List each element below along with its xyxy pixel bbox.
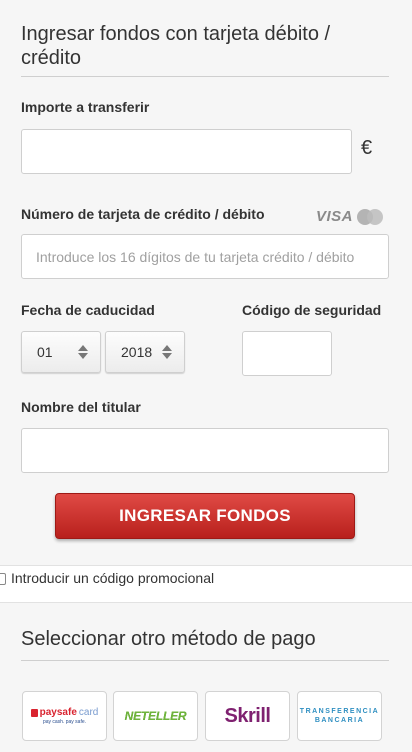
title-divider [21, 76, 389, 77]
bank-transfer-logo: TRANSFERENCIA BANCARIA [299, 708, 380, 724]
expiry-month-value: 01 [37, 344, 53, 360]
expiry-label: Fecha de caducidad [21, 302, 155, 318]
holder-field-wrapper [21, 428, 389, 473]
amount-field-wrapper [21, 129, 352, 174]
amount-label: Importe a transferir [21, 99, 150, 115]
holder-input[interactable] [22, 429, 388, 472]
expiry-month-select[interactable]: 01 [21, 331, 101, 373]
card-number-label: Número de tarjeta de crédito / débito [21, 206, 265, 222]
paysafecard-logo: paysafe card pay cash. pay safe. [30, 707, 98, 725]
promo-row: Introducir un código promocional [0, 565, 412, 603]
mastercard-logo [357, 208, 384, 225]
submit-button[interactable]: INGRESAR FONDOS [55, 493, 355, 539]
paysafecard-button[interactable]: paysafe card pay cash. pay safe. [22, 691, 107, 741]
visa-logo: VISA [316, 208, 354, 225]
payment-methods-title: Seleccionar otro método de pago [21, 628, 316, 650]
card-number-field-wrapper [21, 234, 389, 279]
promo-checkbox-label[interactable]: Introducir un código promocional [11, 570, 214, 586]
promo-checkbox[interactable] [0, 573, 6, 585]
card-number-input[interactable] [22, 235, 388, 278]
skrill-logo: Skrill [224, 704, 271, 727]
expiry-year-select[interactable]: 2018 [105, 331, 185, 373]
neteller-logo: NETELLER [124, 709, 187, 723]
form-title: Ingresar fondos con tarjeta débito / cré… [21, 23, 331, 69]
card-logos: VISA [316, 208, 384, 225]
amount-input[interactable] [22, 130, 351, 173]
select-arrows-icon [78, 345, 88, 359]
neteller-button[interactable]: NETELLER [113, 691, 198, 741]
select-arrows-icon [162, 345, 172, 359]
cvv-label: Código de seguridad [242, 302, 382, 318]
bank-transfer-button[interactable]: TRANSFERENCIA BANCARIA [297, 691, 382, 741]
skrill-button[interactable]: Skrill [205, 691, 290, 741]
expiry-year-value: 2018 [121, 344, 153, 360]
cvv-field-wrapper [242, 331, 332, 376]
currency-symbol: € [361, 137, 373, 159]
cvv-input[interactable] [243, 332, 331, 375]
payment-methods-divider [21, 660, 389, 661]
holder-label: Nombre del titular [21, 399, 141, 415]
